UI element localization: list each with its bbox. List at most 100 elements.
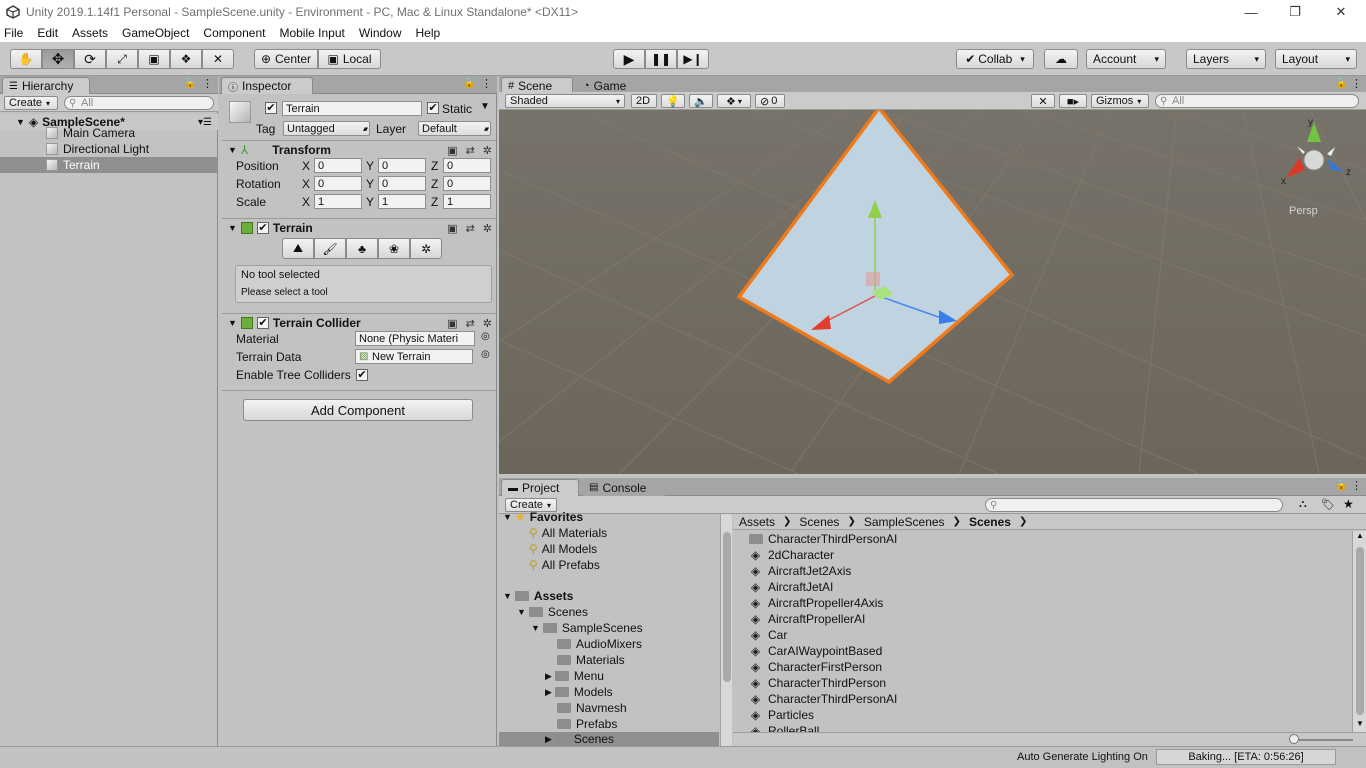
effects-dropdown[interactable]: ❖ ▾ bbox=[717, 94, 751, 108]
scale-z-field[interactable]: 1 bbox=[443, 194, 491, 209]
presets-icon[interactable]: ⇄ bbox=[466, 317, 475, 330]
menu-edit[interactable]: Edit bbox=[37, 26, 58, 40]
subfolder-row[interactable]: Prefabs bbox=[557, 716, 617, 732]
subfolder-row[interactable]: Navmesh bbox=[557, 700, 627, 716]
help-icon[interactable]: ▣ bbox=[447, 222, 457, 235]
menu-help[interactable]: Help bbox=[416, 26, 441, 40]
file-row[interactable]: ◈ AircraftJet2Axis bbox=[749, 563, 851, 579]
baking-progress[interactable]: Baking... [ETA: 0:56:26] bbox=[1156, 749, 1336, 765]
terrain-raise-tool-button[interactable]: ⛰ bbox=[282, 238, 314, 259]
star-icon[interactable]: ★ bbox=[1343, 497, 1354, 511]
lighting-toggle[interactable]: 💡 bbox=[661, 94, 685, 108]
restore-button[interactable]: ❐ bbox=[1272, 0, 1318, 24]
mode-2d-toggle[interactable]: 2D bbox=[631, 94, 657, 108]
favorite-all-materials[interactable]: ⚲ All Materials bbox=[529, 525, 607, 541]
file-row[interactable]: ◈ AircraftPropeller4Axis bbox=[749, 595, 884, 611]
menu-mobile-input[interactable]: Mobile Input bbox=[279, 26, 344, 40]
file-row[interactable]: ◈ AircraftPropellerAI bbox=[749, 611, 866, 627]
lock-icon[interactable]: 🔒 bbox=[184, 78, 196, 89]
gizmo-center-cube[interactable] bbox=[1303, 149, 1325, 171]
minimize-button[interactable]: — bbox=[1228, 0, 1274, 24]
custom-tool-button[interactable]: ✕ bbox=[202, 49, 234, 69]
shading-mode-dropdown[interactable]: Shaded ▾ bbox=[505, 94, 625, 108]
terrain-collider-header[interactable]: ▼ ✔ Terrain Collider ▣ ⇄ ✲ bbox=[222, 313, 496, 331]
file-row[interactable]: ◈ Particles bbox=[749, 707, 814, 723]
tree-colliders-checkbox[interactable]: ✔ bbox=[356, 369, 368, 381]
move-tool-button[interactable]: ✥ bbox=[42, 49, 74, 69]
breadcrumb-item[interactable]: Scenes bbox=[799, 515, 839, 529]
object-picker-icon[interactable]: ◎ bbox=[481, 331, 490, 342]
help-icon[interactable]: ▣ bbox=[447, 317, 457, 330]
pause-button[interactable]: ❚❚ bbox=[645, 49, 677, 69]
pivot-center-button[interactable]: ⊕ Center bbox=[254, 49, 318, 69]
file-row[interactable]: CharacterThirdPersonAI bbox=[749, 531, 897, 547]
subfolder-row[interactable]: ▶ Menu bbox=[545, 668, 604, 684]
filter-type-icon[interactable]: ⛬ bbox=[1299, 498, 1307, 511]
cloud-button[interactable]: ☁ bbox=[1044, 49, 1078, 69]
terrain-header[interactable]: ▼ ✔ Terrain ▣ ⇄ ✲ bbox=[222, 218, 496, 236]
play-button[interactable]: ▶ bbox=[613, 49, 645, 69]
subfolder-row[interactable]: Materials bbox=[557, 652, 625, 668]
file-row[interactable]: ◈ CharacterFirstPerson bbox=[749, 659, 882, 675]
scene-search-input[interactable]: ⚲ All bbox=[1155, 94, 1359, 108]
menu-file[interactable]: File bbox=[4, 26, 23, 40]
breadcrumb-item-current[interactable]: Scenes bbox=[969, 515, 1011, 529]
lighting-status[interactable]: Auto Generate Lighting On bbox=[1017, 751, 1148, 763]
rect-tool-button[interactable]: ▣ bbox=[138, 49, 170, 69]
file-row[interactable]: ◈ CarAIWaypointBased bbox=[749, 643, 882, 659]
panel-menu-icon[interactable]: ⋮ bbox=[1351, 77, 1362, 90]
favorite-all-models[interactable]: ⚲ All Models bbox=[529, 541, 597, 557]
breadcrumb-item[interactable]: SampleScenes bbox=[864, 515, 945, 529]
audio-toggle[interactable]: 🔈 bbox=[689, 94, 713, 108]
tab-project[interactable]: ▬ Project bbox=[501, 479, 579, 496]
hierarchy-search-input[interactable]: ⚲ All bbox=[64, 96, 214, 110]
project-search-input[interactable]: ⚲ bbox=[985, 498, 1283, 512]
tab-console[interactable]: ▤ Console bbox=[583, 479, 665, 496]
collab-dropdown[interactable]: ✔ Collab bbox=[956, 49, 1034, 69]
object-active-checkbox[interactable]: ✔ bbox=[265, 102, 277, 114]
subfolder-row[interactable]: AudioMixers bbox=[557, 636, 642, 652]
hierarchy-item-main-camera[interactable]: Main Camera bbox=[0, 125, 218, 141]
panel-menu-icon[interactable]: ⋮ bbox=[202, 77, 213, 90]
file-row[interactable]: ◈ 2dCharacter bbox=[749, 547, 834, 563]
panel-menu-icon[interactable]: ⋮ bbox=[1351, 479, 1362, 492]
position-y-field[interactable]: 0 bbox=[378, 158, 426, 173]
layers-dropdown[interactable]: Layers bbox=[1186, 49, 1266, 69]
scrollbar-thumb[interactable] bbox=[1356, 547, 1364, 715]
file-row[interactable]: ◈ CharacterThirdPersonAI bbox=[749, 691, 898, 707]
menu-gameobject[interactable]: GameObject bbox=[122, 26, 189, 40]
file-row[interactable]: ◈ CharacterThirdPerson bbox=[749, 675, 886, 691]
object-picker-icon[interactable]: ◎ bbox=[481, 349, 490, 360]
gear-icon[interactable]: ✲ bbox=[483, 222, 492, 235]
layer-dropdown[interactable]: Default bbox=[418, 121, 491, 136]
material-field[interactable]: None (Physic Materi bbox=[355, 331, 475, 346]
menu-window[interactable]: Window bbox=[359, 26, 402, 40]
gear-icon[interactable]: ✲ bbox=[483, 144, 492, 157]
gizmo-plane-handle[interactable] bbox=[866, 272, 880, 286]
tab-inspector[interactable]: ⓘ Inspector bbox=[221, 77, 313, 94]
menu-assets[interactable]: Assets bbox=[72, 26, 108, 40]
file-row[interactable]: ◈ AircraftJetAI bbox=[749, 579, 833, 595]
scroll-up-icon[interactable]: ▲ bbox=[1356, 531, 1364, 540]
pivot-local-button[interactable]: ▣ Local bbox=[318, 49, 381, 69]
scroll-down-icon[interactable]: ▼ bbox=[1356, 719, 1364, 728]
subfolder-row-selected[interactable]: ▶ Scenes bbox=[499, 732, 719, 746]
hierarchy-item-terrain[interactable]: Terrain bbox=[0, 157, 218, 173]
file-row[interactable]: ◈ RollerBall bbox=[749, 723, 819, 732]
scale-y-field[interactable]: 1 bbox=[378, 194, 426, 209]
assets-folder-row[interactable]: ▼ Assets bbox=[503, 588, 573, 604]
gear-icon[interactable]: ✲ bbox=[483, 317, 492, 330]
menu-component[interactable]: Component bbox=[203, 26, 265, 40]
hierarchy-create-button[interactable]: Create ▾ bbox=[4, 96, 58, 110]
terrain-data-field[interactable]: ▨ New Terrain bbox=[355, 349, 473, 364]
file-list-scrollbar[interactable]: ▲ ▼ bbox=[1352, 531, 1366, 732]
persp-label[interactable]: Persp bbox=[1289, 205, 1318, 217]
tab-hierarchy[interactable]: ☰ Hierarchy bbox=[2, 77, 90, 94]
transform-header[interactable]: ▼ ⅄ Transform ▣ ⇄ ✲ bbox=[222, 140, 496, 158]
subfolder-row[interactable]: ▶ Models bbox=[545, 684, 613, 700]
folder-tree-scrollbar[interactable] bbox=[720, 514, 732, 746]
presets-icon[interactable]: ⇄ bbox=[466, 222, 475, 235]
lock-icon[interactable]: 🔒 bbox=[1335, 78, 1347, 89]
static-dropdown-icon[interactable]: ▼ bbox=[480, 101, 490, 112]
icon-size-slider[interactable] bbox=[1293, 739, 1353, 741]
